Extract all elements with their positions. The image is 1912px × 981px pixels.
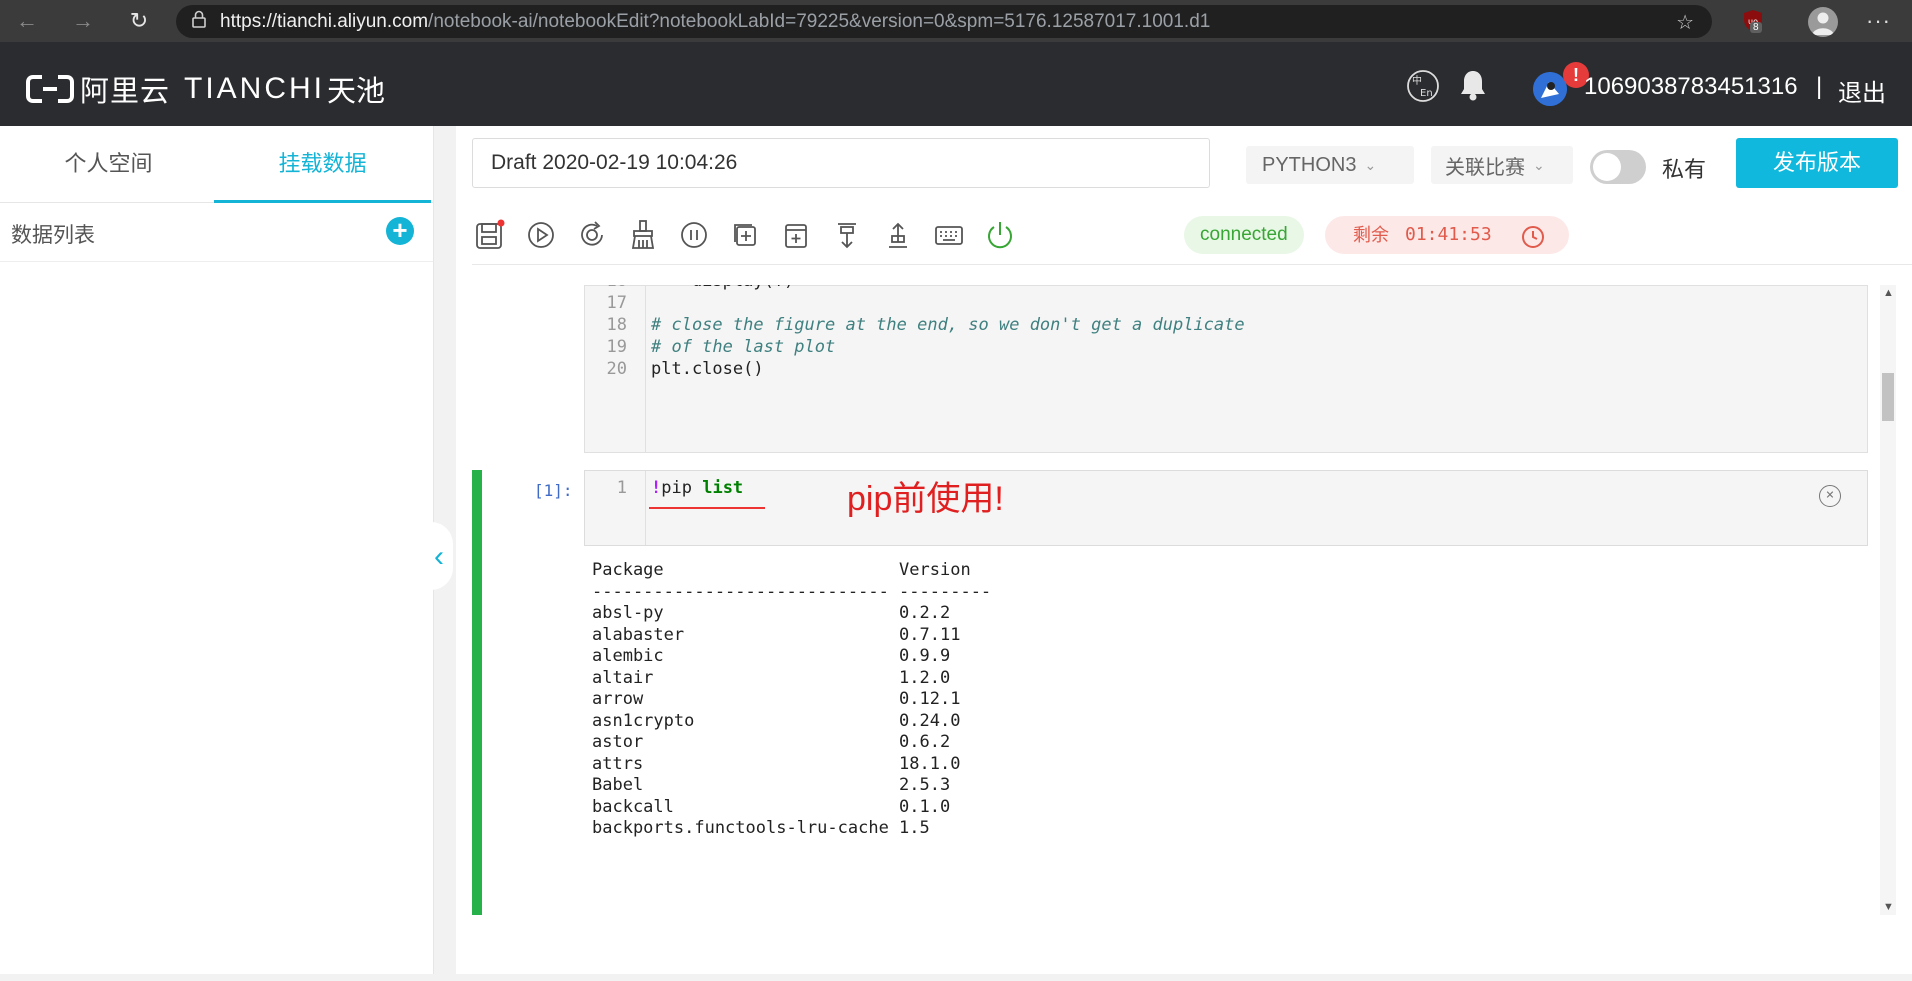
kernel-select-value: PYTHON3 <box>1262 153 1357 176</box>
back-icon[interactable]: ← <box>12 6 42 36</box>
aliyun-logo-icon <box>26 75 74 103</box>
shell-arg: list <box>702 478 744 498</box>
add-cell-icon[interactable] <box>728 218 762 252</box>
clock-icon <box>1521 224 1545 262</box>
shell-bang: ! <box>651 478 662 498</box>
scroll-down-icon[interactable]: ▼ <box>1883 901 1894 913</box>
logout-link[interactable]: 退出 <box>1838 73 1886 108</box>
keyboard-shortcuts-icon[interactable] <box>932 218 966 252</box>
save-icon[interactable] <box>472 218 506 252</box>
data-list-title: 数据列表 <box>11 224 95 247</box>
scroll-up-icon[interactable]: ▲ <box>1883 287 1894 299</box>
competition-select-value: 关联比赛 <box>1445 156 1525 179</box>
logo-text-cn2: 天池 <box>327 76 386 108</box>
publish-version-button[interactable]: 发布版本 <box>1736 138 1898 188</box>
restart-icon[interactable] <box>575 218 609 252</box>
timer-value: 01:41:53 <box>1405 224 1492 245</box>
notebook-cells: 16 display(f) 17 18 # close the figure a… <box>472 285 1872 915</box>
chevron-down-icon: ⌄ <box>1533 156 1545 173</box>
bookmark-star-icon[interactable]: ☆ <box>1676 10 1694 35</box>
line-number: 1 <box>616 478 627 498</box>
user-id[interactable]: 1069038783451316 <box>1584 73 1798 101</box>
notification-bell-icon[interactable] <box>1458 68 1488 107</box>
site-header: 阿里云 TIANCHI 天池 中 En ! 1069038783451316 | … <box>0 42 1912 126</box>
code-line: plt.close() <box>651 359 764 379</box>
output-line: backports.functools-lru-cache 1.5 <box>592 818 930 838</box>
annotation-text: pip前使用! <box>847 480 1004 518</box>
extension-badge: 8 <box>1750 22 1762 33</box>
browser-toolbar: ← → ↻ https://tianchi.aliyun.com/noteboo… <box>0 0 1912 42</box>
tab-personal-space[interactable]: 个人空间 <box>0 126 217 202</box>
svg-text:En: En <box>1420 88 1433 99</box>
notebook-toolbar: connected 剩余 01:41:53 <box>472 204 1912 265</box>
address-bar[interactable]: https://tianchi.aliyun.com/notebook-ai/n… <box>176 5 1712 38</box>
delete-cell-icon[interactable]: × <box>1819 485 1841 507</box>
active-cell-indicator <box>472 470 482 915</box>
clear-output-icon[interactable] <box>626 218 660 252</box>
private-label: 私有 <box>1662 157 1707 182</box>
insert-cell-icon[interactable] <box>779 218 813 252</box>
move-up-icon[interactable] <box>881 218 915 252</box>
private-toggle[interactable] <box>1590 150 1646 184</box>
lint-underline <box>649 507 765 509</box>
competition-select[interactable]: 关联比赛 ⌄ <box>1431 146 1573 184</box>
line-number: 20 <box>606 359 627 379</box>
reload-icon[interactable]: ↻ <box>124 6 154 36</box>
chevron-down-icon: ⌄ <box>1364 156 1377 173</box>
toggle-knob <box>1593 153 1621 181</box>
code-line: !pip list <box>651 475 743 501</box>
lock-icon <box>192 10 206 33</box>
code-line: display(f) <box>651 285 794 294</box>
url-text: https://tianchi.aliyun.com/notebook-ai/n… <box>220 10 1211 32</box>
language-switch-icon[interactable]: 中 En <box>1406 69 1440 108</box>
logo-text-en: TIANCHI <box>184 72 326 105</box>
notebook-title-text: Draft 2020-02-19 10:04:26 <box>491 151 738 174</box>
chevron-left-icon: ‹ <box>434 540 444 573</box>
sidebar-collapse-toggle[interactable]: ‹ <box>431 522 453 590</box>
user-avatar[interactable] <box>1533 72 1567 106</box>
cell-prompt: [1]: <box>534 481 573 500</box>
data-list-header: 数据列表 + <box>0 203 433 262</box>
scrollbar-thumb[interactable] <box>1882 373 1894 421</box>
logo-text-cn: 阿里云 <box>80 76 171 108</box>
notebook-title-input[interactable]: Draft 2020-02-19 10:04:26 <box>472 138 1210 188</box>
site-logo[interactable]: 阿里云 TIANCHI 天池 <box>26 68 385 110</box>
svg-text:中: 中 <box>1412 74 1422 87</box>
interrupt-icon[interactable] <box>677 218 711 252</box>
run-icon[interactable] <box>524 218 558 252</box>
remaining-time-badge: 剩余 01:41:53 <box>1325 216 1569 254</box>
code-cell-previous[interactable]: 16 display(f) 17 18 # close the figure a… <box>584 285 1868 453</box>
add-data-icon[interactable]: + <box>386 217 414 245</box>
shell-command: pip <box>661 478 692 498</box>
notebook-scrollbar[interactable]: ▲ ▼ <box>1880 285 1896 915</box>
header-separator: | <box>1816 73 1823 100</box>
tab-mounted-data[interactable]: 挂载数据 <box>214 126 431 203</box>
more-menu-icon[interactable]: ··· <box>1866 8 1891 34</box>
profile-avatar-icon[interactable] <box>1808 7 1838 37</box>
forward-icon[interactable]: → <box>68 6 98 36</box>
sidebar-tabs: 个人空间 挂载数据 <box>0 126 433 203</box>
code-cell-pip-list[interactable]: 1 !pip list pip前使用! × <box>584 470 1868 546</box>
move-down-icon[interactable] <box>830 218 864 252</box>
connection-status-badge: connected <box>1184 216 1304 254</box>
timer-label: 剩余 <box>1353 225 1389 245</box>
sidebar: 个人空间 挂载数据 数据列表 + <box>0 126 434 974</box>
kernel-power-icon[interactable] <box>983 218 1017 252</box>
kernel-select[interactable]: PYTHON3 ⌄ <box>1246 146 1414 184</box>
